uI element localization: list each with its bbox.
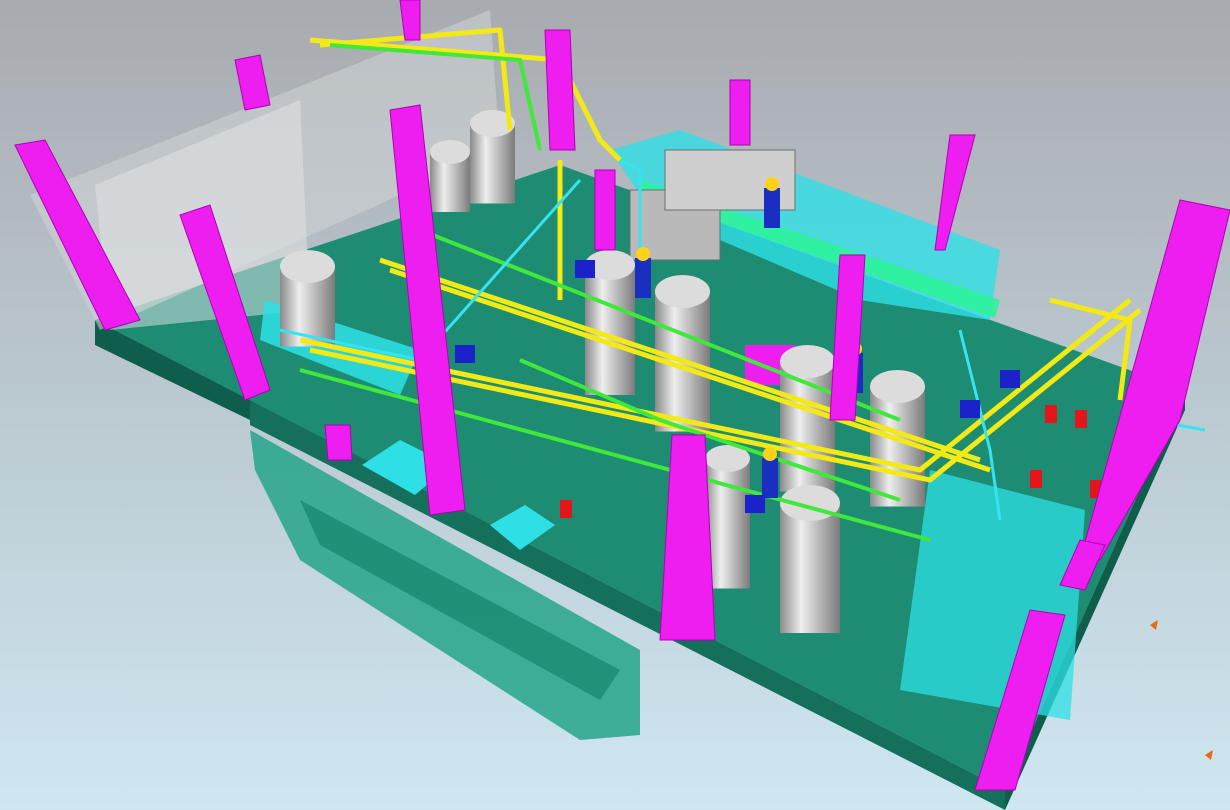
worker-helmet-1 [765,177,779,191]
tank-head-8 [430,140,470,164]
tank-head-2 [655,275,710,308]
pump-blue-3 [1000,370,1020,388]
worker-body-1 [764,188,780,228]
pump-blue-4 [745,495,765,513]
column-7 [594,169,616,251]
tank-head-4 [870,370,925,403]
cyan-tank-right [900,470,1085,720]
worker-body-2 [635,258,651,298]
valve-red-6 [560,500,572,518]
valve-red-2 [1075,410,1087,428]
worker-body-4 [762,458,778,498]
tank-body-3 [780,361,835,492]
valve-red-1 [1045,405,1057,423]
tank-head-9 [280,250,335,283]
worker-helmet-2 [636,247,650,261]
tank-body-6 [780,503,840,633]
column-6 [544,29,576,151]
pump-blue-1 [455,345,475,363]
column-8 [729,79,751,146]
viewport [0,0,1230,810]
column-15 [324,424,353,461]
tank-head-3 [780,345,835,378]
plant-3d-scene [0,0,1230,810]
valve-red-3 [1030,470,1042,488]
pump-blue-2 [960,400,980,418]
worker-helmet-4 [763,447,777,461]
pump-blue-5 [575,260,595,278]
